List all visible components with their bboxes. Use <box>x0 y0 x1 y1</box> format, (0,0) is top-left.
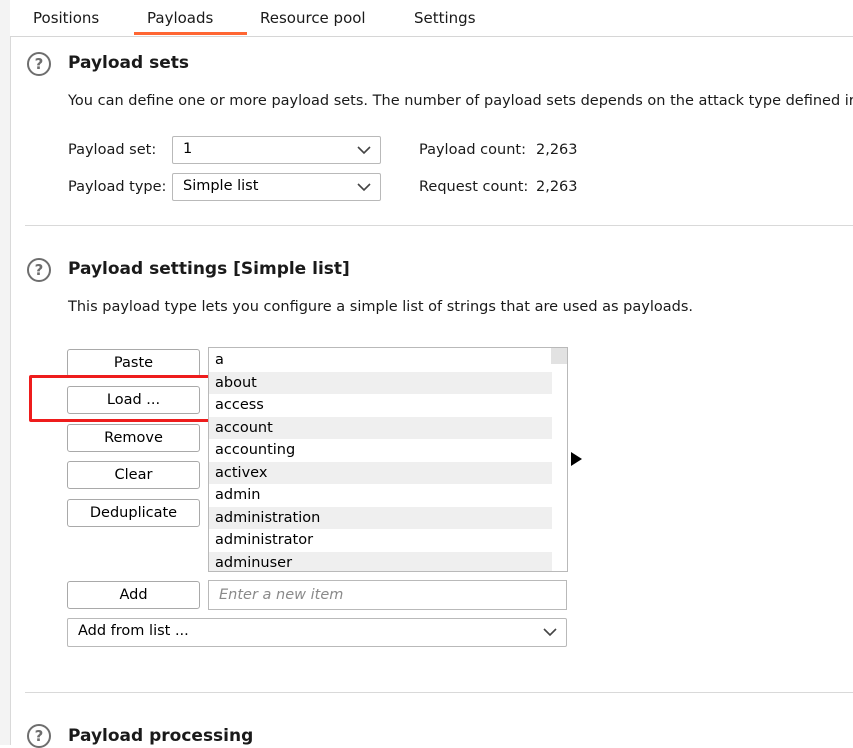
list-item[interactable]: activex <box>209 461 552 484</box>
list-item[interactable]: accounting <box>209 439 552 462</box>
payload-type-value: Simple list <box>183 178 259 194</box>
list-scrollbar[interactable] <box>551 348 567 364</box>
list-item[interactable]: administration <box>209 506 552 529</box>
add-button[interactable]: Add <box>67 581 200 609</box>
new-item-input[interactable] <box>209 581 566 609</box>
tab-resource-pool[interactable]: Resource pool <box>260 9 366 27</box>
section-divider <box>25 692 853 693</box>
chevron-down-icon <box>357 183 371 192</box>
expand-arrow-icon[interactable] <box>571 452 582 466</box>
active-tab-indicator <box>134 32 247 35</box>
highlight-annotation <box>29 375 222 422</box>
payload-count-label: Payload count: <box>419 142 526 158</box>
left-panel-edge <box>0 0 11 745</box>
remove-button[interactable]: Remove <box>67 424 200 452</box>
clear-button[interactable]: Clear <box>67 461 200 489</box>
payload-type-select[interactable]: Simple list <box>172 173 381 201</box>
list-item[interactable]: access <box>209 394 552 417</box>
payload-count-value: 2,263 <box>536 142 578 158</box>
payload-settings-description: This payload type lets you configure a s… <box>68 299 694 315</box>
tab-bar: Positions Payloads Resource pool Setting… <box>10 0 853 37</box>
deduplicate-button[interactable]: Deduplicate <box>67 499 200 527</box>
tab-positions[interactable]: Positions <box>33 9 99 27</box>
payload-set-select[interactable]: 1 <box>172 136 381 164</box>
add-from-list-value: Add from list ... <box>78 623 189 639</box>
payload-set-label: Payload set: <box>68 142 157 158</box>
chevron-down-icon <box>543 628 557 637</box>
help-icon[interactable]: ? <box>27 724 51 748</box>
tab-settings[interactable]: Settings <box>414 9 476 27</box>
list-item[interactable]: administrator <box>209 529 552 552</box>
help-icon[interactable]: ? <box>27 52 51 76</box>
section-divider <box>25 225 853 226</box>
list-item[interactable]: adminuser <box>209 551 552 571</box>
request-count-value: 2,263 <box>536 179 578 195</box>
payload-settings-title: Payload settings [Simple list] <box>68 259 350 279</box>
list-item[interactable]: a <box>209 349 552 372</box>
chevron-down-icon <box>357 146 371 155</box>
payload-list[interactable]: a about access account accounting active… <box>208 347 568 572</box>
add-from-list-select[interactable]: Add from list ... <box>67 618 567 647</box>
list-item[interactable]: account <box>209 416 552 439</box>
list-item[interactable]: about <box>209 371 552 394</box>
help-icon[interactable]: ? <box>27 258 51 282</box>
paste-button[interactable]: Paste <box>67 349 200 377</box>
request-count-label: Request count: <box>419 179 529 195</box>
list-item[interactable]: admin <box>209 484 552 507</box>
new-item-input-wrapper <box>208 580 567 610</box>
tab-payloads[interactable]: Payloads <box>147 9 213 27</box>
payload-sets-title: Payload sets <box>68 53 189 73</box>
payload-set-value: 1 <box>183 141 193 157</box>
payload-processing-title: Payload processing <box>68 726 254 746</box>
payload-type-label: Payload type: <box>68 179 167 195</box>
payload-sets-description: You can define one or more payload sets.… <box>68 93 853 109</box>
